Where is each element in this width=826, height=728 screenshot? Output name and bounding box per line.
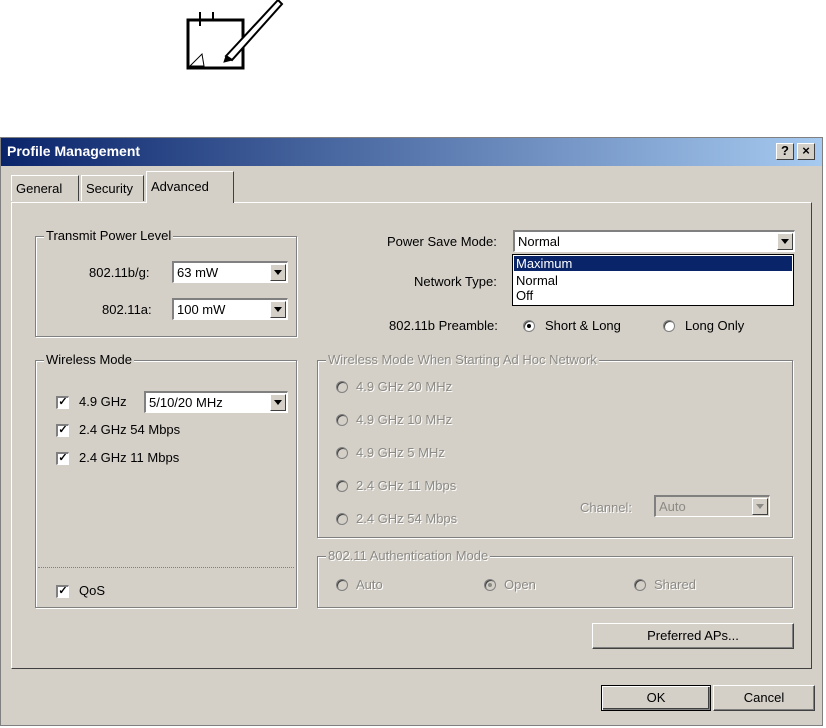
802-11bg-power-value: 63 mW	[177, 265, 219, 280]
power-save-option-normal[interactable]: Normal	[514, 273, 792, 288]
transmit-power-group: Transmit Power Level 802.11b/g: 63 mW 80…	[35, 228, 297, 337]
auth-mode-legend: 802.11 Authentication Mode	[326, 548, 491, 563]
adhoc-4-9ghz-5mhz-radio[interactable]	[336, 447, 348, 459]
power-save-mode-label: Power Save Mode:	[387, 234, 497, 249]
auth-mode-group: 802.11 Authentication Mode Auto Open Sha…	[317, 548, 793, 608]
adhoc-mode-legend: Wireless Mode When Starting Ad Hoc Netwo…	[326, 352, 599, 367]
auth-auto-radio[interactable]	[336, 579, 348, 591]
power-save-mode-value: Normal	[518, 234, 560, 249]
wireless-mode-legend: Wireless Mode	[44, 352, 134, 367]
title-bar[interactable]: Profile Management ? ×	[1, 138, 822, 166]
chevron-down-icon[interactable]	[752, 498, 768, 515]
preamble-short-long-radio[interactable]	[523, 320, 535, 332]
preamble-long-only-label: Long Only	[685, 318, 745, 333]
2-4ghz-54mbps-checkbox[interactable]: ✓	[56, 424, 69, 437]
cancel-button[interactable]: Cancel	[713, 685, 815, 711]
auth-shared-radio[interactable]	[634, 579, 646, 591]
profile-management-dialog: Profile Management ? × General Security …	[0, 137, 823, 726]
adhoc-2-4ghz-11mbps-label: 2.4 GHz 11 Mbps	[356, 478, 457, 493]
auth-open-radio[interactable]	[484, 579, 496, 591]
adhoc-2-4ghz-11mbps-radio[interactable]	[336, 480, 348, 492]
power-save-mode-dropdown-list: Maximum Normal Off	[512, 254, 794, 306]
auth-auto-label: Auto	[356, 577, 383, 592]
preamble-short-long-label: Short & Long	[545, 318, 621, 333]
auth-shared-label: Shared	[654, 577, 696, 592]
preamble-long-only-radio[interactable]	[663, 320, 675, 332]
2-4ghz-11mbps-checkbox[interactable]: ✓	[56, 452, 69, 465]
adhoc-4-9ghz-10mhz-radio[interactable]	[336, 414, 348, 426]
2-4ghz-54mbps-label: 2.4 GHz 54 Mbps	[79, 422, 181, 437]
power-save-option-off[interactable]: Off	[514, 288, 792, 303]
adhoc-4-9ghz-10mhz-label: 4.9 GHz 10 MHz	[356, 412, 453, 427]
preferred-aps-button[interactable]: Preferred APs...	[592, 623, 794, 649]
adhoc-mode-group: Wireless Mode When Starting Ad Hoc Netwo…	[317, 352, 793, 538]
chevron-down-icon[interactable]	[777, 233, 793, 250]
802-11a-label: 802.11a:	[102, 302, 152, 317]
adhoc-2-4ghz-54mbps-radio[interactable]	[336, 513, 348, 525]
adhoc-4-9ghz-20mhz-label: 4.9 GHz 20 MHz	[356, 379, 453, 394]
802-11a-power-select[interactable]: 100 mW	[172, 298, 288, 320]
qos-checkbox[interactable]: ✓	[56, 585, 69, 598]
chevron-down-icon[interactable]	[270, 264, 286, 281]
802-11bg-power-select[interactable]: 63 mW	[172, 261, 288, 283]
transmit-power-legend: Transmit Power Level	[44, 228, 174, 243]
adhoc-2-4ghz-54mbps-label: 2.4 GHz 54 Mbps	[356, 511, 458, 526]
power-save-option-maximum[interactable]: Maximum	[514, 256, 792, 271]
channel-select[interactable]: Auto	[654, 495, 770, 517]
note-pencil-icon	[180, 0, 290, 70]
wireless-mode-group: Wireless Mode ✓ 4.9 GHz 5/10/20 MHz ✓ 2.…	[35, 352, 297, 608]
channel-label: Channel:	[580, 500, 633, 515]
preamble-label: 802.11b Preamble:	[389, 318, 498, 333]
chevron-down-icon[interactable]	[270, 394, 286, 411]
2-4ghz-11mbps-label: 2.4 GHz 11 Mbps	[79, 450, 180, 465]
qos-label: QoS	[79, 583, 106, 598]
adhoc-4-9ghz-5mhz-label: 4.9 GHz 5 MHz	[356, 445, 445, 460]
4-9ghz-bandwidth-select[interactable]: 5/10/20 MHz	[144, 391, 288, 413]
channel-value: Auto	[659, 499, 686, 514]
802-11a-power-value: 100 mW	[177, 302, 226, 317]
4-9ghz-label: 4.9 GHz	[79, 394, 127, 409]
chevron-down-icon[interactable]	[270, 301, 286, 318]
window-title: Profile Management	[7, 143, 141, 159]
close-button[interactable]: ×	[797, 143, 815, 160]
ok-button[interactable]: OK	[601, 685, 711, 711]
tab-label: General	[16, 181, 63, 196]
4-9ghz-checkbox[interactable]: ✓	[56, 396, 69, 409]
4-9ghz-bandwidth-value: 5/10/20 MHz	[149, 395, 223, 410]
divider	[38, 567, 294, 568]
auth-open-label: Open	[504, 577, 536, 592]
tab-advanced[interactable]: Advanced	[146, 171, 234, 203]
adhoc-4-9ghz-20mhz-radio[interactable]	[336, 381, 348, 393]
network-type-label: Network Type:	[414, 274, 497, 289]
tab-label: Security	[86, 181, 133, 196]
802-11bg-label: 802.11b/g:	[89, 265, 150, 280]
power-save-mode-select[interactable]: Normal	[513, 230, 795, 252]
help-button[interactable]: ?	[776, 143, 794, 160]
tab-general[interactable]: General	[11, 175, 79, 201]
tab-label: Advanced	[151, 179, 209, 194]
tab-security[interactable]: Security	[81, 175, 144, 201]
